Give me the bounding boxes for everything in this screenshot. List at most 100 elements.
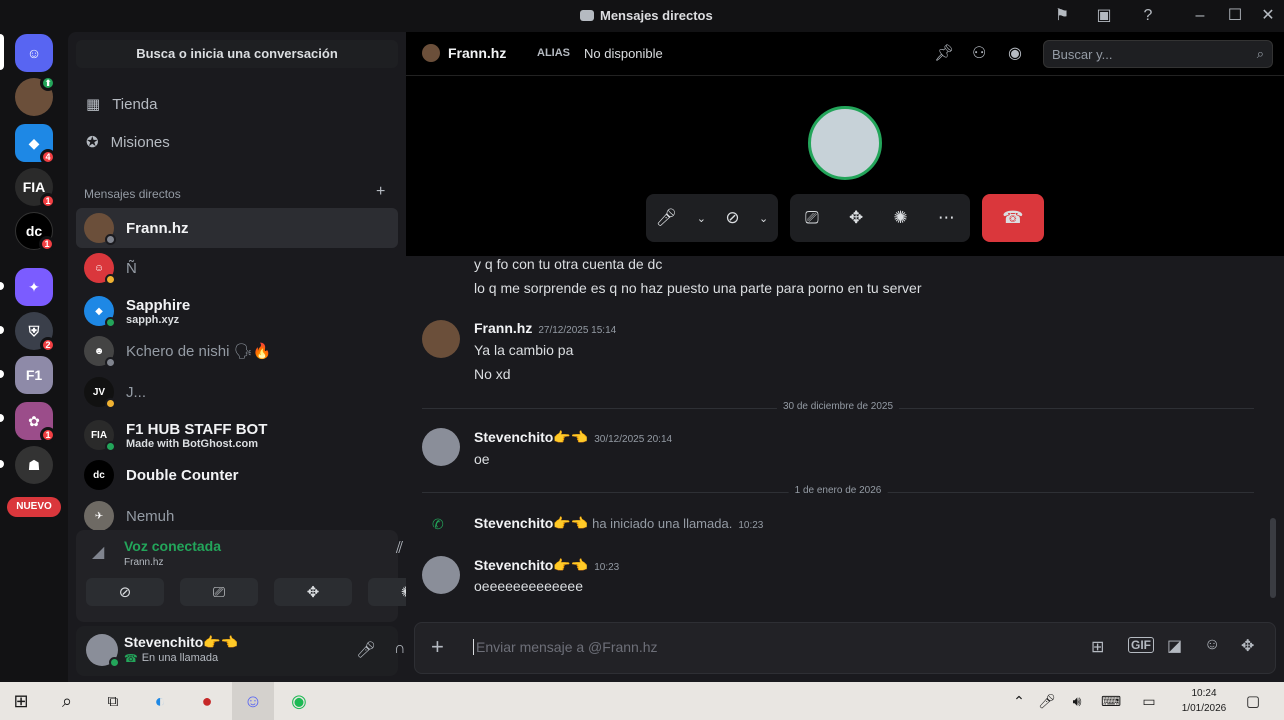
search-icon: ⌕ bbox=[1256, 46, 1264, 61]
server-icon-fia[interactable]: FIA 1 bbox=[15, 168, 56, 209]
apps-icon[interactable]: ✥ bbox=[1241, 636, 1254, 656]
soundboard-icon[interactable]: ✺ bbox=[893, 208, 907, 228]
minimize-icon[interactable]: – bbox=[1190, 6, 1210, 26]
dm-item-sapphire[interactable]: ◆ Sapphire sapph.xyz bbox=[76, 290, 398, 332]
header-name[interactable]: Frann.hz bbox=[448, 45, 506, 61]
scrollbar[interactable] bbox=[1270, 518, 1276, 598]
edge-browser-icon[interactable]: ◐ bbox=[147, 688, 173, 714]
nav-store[interactable]: ▦ Tienda bbox=[76, 86, 398, 122]
screen-share-button[interactable]: ⎚ bbox=[180, 578, 258, 606]
clock[interactable]: 10:24 1/01/2026 bbox=[1174, 686, 1234, 716]
new-badge[interactable]: NUEVO bbox=[7, 497, 61, 517]
end-call-button[interactable]: ☎ bbox=[982, 194, 1044, 242]
dm-item-doublecounter[interactable]: dc Double Counter bbox=[76, 455, 398, 495]
message-avatar[interactable] bbox=[422, 556, 460, 594]
add-friend-icon[interactable]: ⚇ bbox=[972, 43, 986, 63]
message-header: Stevenchito👉👈 30/12/2025 20:14 bbox=[474, 429, 673, 445]
screen-share-icon[interactable]: ⎚ bbox=[805, 208, 819, 228]
camera-toggle-button[interactable]: ⊘ bbox=[86, 578, 164, 606]
chevron-down-icon[interactable]: ⌄ bbox=[697, 212, 706, 225]
activities-icon[interactable]: ✥ bbox=[849, 208, 863, 228]
headphones-icon[interactable]: ∩ bbox=[394, 640, 406, 658]
discord-home-icon[interactable]: ☺ bbox=[15, 34, 53, 72]
maximize-icon[interactable]: ☐ bbox=[1225, 6, 1245, 26]
server-icon-cube[interactable]: ◆ 4 bbox=[15, 124, 56, 165]
message-list: y q fo con tu otra cuenta de dc lo q me … bbox=[406, 256, 1276, 622]
chevron-down-icon[interactable]: ⌄ bbox=[759, 212, 768, 225]
unread-pill bbox=[0, 460, 4, 468]
create-dm-icon[interactable]: + bbox=[376, 183, 385, 201]
search-icon[interactable]: ⌕ bbox=[54, 688, 80, 714]
sticker-icon[interactable]: ◪ bbox=[1167, 636, 1182, 656]
dm-item-f1hub[interactable]: FIA F1 HUB STAFF BOT Made with BotGhost.c… bbox=[76, 414, 398, 456]
channel-header: Frann.hz ALIAS No disponible 📌︎ ⚇ ◉ Busc… bbox=[406, 32, 1284, 76]
message-text: oeeeeeeeeeeeee bbox=[474, 578, 584, 594]
server-icon-dc[interactable]: dc 1 bbox=[15, 212, 55, 252]
help-icon[interactable]: ? bbox=[1138, 6, 1158, 26]
avatar: dc bbox=[84, 460, 114, 490]
nav-quests[interactable]: ✪ Misiones bbox=[76, 124, 398, 160]
window-title: Mensajes directos bbox=[580, 8, 713, 23]
gift-icon[interactable]: ⊞ bbox=[1091, 637, 1104, 657]
more-icon[interactable]: ⋯ bbox=[938, 208, 955, 228]
voice-channel[interactable]: Frann.hz bbox=[124, 557, 163, 568]
activities-button[interactable]: ✥ bbox=[274, 578, 352, 606]
search-input[interactable]: Buscar y... ⌕ bbox=[1043, 40, 1273, 68]
app-icon-red[interactable]: ● bbox=[194, 688, 220, 714]
message-avatar[interactable] bbox=[422, 320, 460, 358]
dm-item-j[interactable]: JV J... bbox=[76, 372, 398, 412]
call-participant-avatar[interactable] bbox=[808, 106, 882, 180]
keyboard-icon[interactable]: ⌨ bbox=[1098, 688, 1124, 714]
message-avatar[interactable] bbox=[422, 428, 460, 466]
task-view-icon[interactable]: ⧉ bbox=[100, 688, 126, 714]
tray-chevron-icon[interactable]: ⌃ bbox=[1006, 688, 1032, 714]
user-name: Stevenchito👉👈 bbox=[124, 634, 239, 650]
server-icon-dark[interactable]: ☗ bbox=[15, 446, 53, 484]
quests-icon: ✪ bbox=[86, 134, 99, 151]
microphone-icon[interactable]: 🎤︎ bbox=[356, 640, 376, 660]
unread-pill bbox=[0, 414, 4, 422]
selected-pill bbox=[0, 34, 4, 70]
inbox-flag-icon[interactable]: ⚑ bbox=[1052, 6, 1072, 26]
hangup-icon: ☎ bbox=[1002, 208, 1024, 227]
camera-off-icon[interactable]: ⊘ bbox=[725, 208, 739, 228]
unread-pill bbox=[0, 282, 4, 290]
message-text: No xd bbox=[474, 366, 511, 382]
gif-icon[interactable]: GIF bbox=[1128, 637, 1154, 653]
avatar: ☻ bbox=[84, 336, 116, 368]
dm-search-button[interactable]: Busca o inicia una conversación bbox=[76, 40, 398, 68]
dm-sidebar: Busca o inicia una conversación ▦ Tienda… bbox=[68, 32, 451, 682]
message-text: y q fo con tu otra cuenta de dc bbox=[474, 256, 663, 272]
microphone-icon[interactable]: 🎤︎ bbox=[656, 208, 678, 228]
screen-share-icon[interactable]: ▣ bbox=[1094, 6, 1114, 26]
voice-status: Voz conectada bbox=[124, 538, 221, 554]
avatar: FIA bbox=[84, 420, 116, 452]
discord-taskbar-icon[interactable]: ☺ bbox=[240, 688, 266, 714]
avatar: ✈ bbox=[84, 501, 114, 531]
mic-tray-icon[interactable]: 🎤︎ bbox=[1034, 688, 1060, 714]
dm-item-n[interactable]: ☺ Ñ bbox=[76, 248, 398, 288]
dm-item-kchero[interactable]: ☻ Kchero de nishi 🗣🔥 bbox=[76, 331, 398, 371]
attach-plus-icon[interactable]: + bbox=[431, 635, 444, 659]
dm-section-header: Mensajes directos bbox=[84, 187, 181, 201]
user-avatar[interactable] bbox=[86, 634, 120, 668]
server-icon-f1[interactable]: F1 bbox=[15, 356, 53, 394]
dm-avatar-server[interactable]: ⬆ bbox=[15, 75, 56, 116]
server-icon-pink[interactable]: ✿ 1 bbox=[15, 402, 56, 443]
server-icon-anime[interactable]: ✦ bbox=[15, 268, 53, 306]
close-icon[interactable]: ✕ bbox=[1258, 6, 1278, 26]
emoji-icon[interactable]: ☺ bbox=[1204, 636, 1220, 654]
alias-label: ALIAS bbox=[537, 47, 570, 59]
dm-item-frann[interactable]: Frann.hz bbox=[76, 208, 398, 248]
network-icon[interactable]: ▭ bbox=[1136, 688, 1162, 714]
windows-start-icon[interactable]: ⊞ bbox=[8, 688, 34, 714]
server-icon-shield[interactable]: ⛨ 2 bbox=[15, 312, 56, 353]
spotify-icon[interactable]: ◉ bbox=[286, 688, 312, 714]
title-bar: Mensajes directos ⚑ ▣ ? – ☐ ✕ bbox=[0, 0, 1284, 32]
notifications-icon[interactable]: ▢ bbox=[1240, 688, 1266, 714]
volume-icon[interactable]: 🔊︎ bbox=[1064, 688, 1090, 714]
noise-suppression-icon[interactable]: ⫽ bbox=[396, 540, 403, 558]
message-input[interactable]: Enviar mensaje a @Frann.hz bbox=[473, 639, 658, 655]
profile-icon[interactable]: ◉ bbox=[1008, 43, 1022, 63]
pin-icon[interactable]: 📌︎ bbox=[934, 43, 954, 63]
